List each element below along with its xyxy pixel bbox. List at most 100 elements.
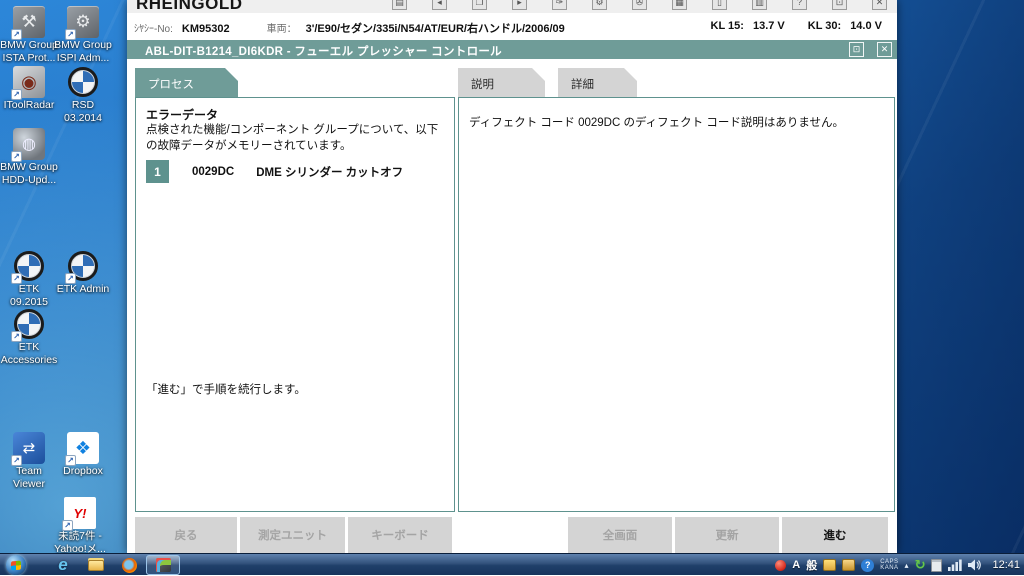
continue-button[interactable]: 進む bbox=[782, 517, 888, 553]
rheingold-taskbar-button[interactable] bbox=[146, 555, 180, 575]
back-button[interactable]: 戻る bbox=[135, 517, 237, 553]
action-center-icon[interactable] bbox=[931, 559, 942, 572]
globe-icon: ◍↗ bbox=[13, 128, 45, 160]
desktop-icon-hdd-update[interactable]: ◍↗ BMW Group HDD-Upd... bbox=[1, 128, 57, 186]
show-hidden-icons-button[interactable]: ▴ bbox=[905, 561, 909, 570]
procedure-content: プロセス 説明 詳細 エラーデータ 点検された機能/コンポーネント グループにつ… bbox=[127, 59, 897, 553]
plug-icon[interactable]: ⚙ bbox=[592, 0, 607, 10]
desktop-icon-yahoo-mail[interactable]: Y!↗ 未読7件 - Yahoo!メ... bbox=[52, 497, 108, 555]
desktop-icon-label: IToolRadar bbox=[4, 99, 55, 111]
tray-notifier-icon[interactable] bbox=[775, 560, 786, 571]
panel-heading: エラーデータ bbox=[146, 106, 218, 123]
error-data-panel: エラーデータ 点検された機能/コンポーネント グループについて、以下の故障データ… bbox=[135, 97, 455, 512]
defect-code-message: ディフェクト コード 0029DC のディフェクト コード説明はありません。 bbox=[469, 114, 879, 130]
forward-icon[interactable]: ▸ bbox=[512, 0, 527, 10]
ime-help-icon[interactable]: ? bbox=[861, 559, 874, 572]
ime-conversion-mode[interactable]: 般 bbox=[806, 557, 817, 573]
shortcut-arrow-icon: ↗ bbox=[11, 89, 22, 100]
continue-hint: 「進む」で手順を続行します。 bbox=[146, 381, 306, 397]
top-toolbar: ▤ ◂ ❐ ▸ ✑ ⚙ ✇ ▦ ▯ ▥ ? ⊡ ✕ bbox=[392, 0, 887, 10]
rheingold-window: RHEINGOLD ▤ ◂ ❐ ▸ ✑ ⚙ ✇ ▦ ▯ ▥ ? ⊡ ✕ ｼﾔｼｰ… bbox=[127, 0, 897, 553]
ime-toolbar-icon[interactable] bbox=[823, 559, 836, 571]
internet-explorer-button[interactable]: e bbox=[52, 556, 74, 574]
firefox-button[interactable] bbox=[118, 556, 140, 574]
desktop-icon-label: 未読7件 - bbox=[58, 530, 102, 542]
kl30-value: 14.0 V bbox=[850, 20, 882, 32]
desktop-icon-etk-admin[interactable]: ↗ ETK Admin bbox=[55, 250, 111, 295]
probe-icon[interactable]: ✇ bbox=[632, 0, 647, 10]
ime-dictionary-icon[interactable] bbox=[842, 559, 855, 571]
monitor-icon[interactable]: ⊡ bbox=[832, 0, 847, 10]
wrench-icon[interactable]: ✑ bbox=[552, 0, 567, 10]
save-icon[interactable]: ▤ bbox=[392, 0, 407, 10]
vehicle-label: 車両： bbox=[267, 20, 297, 35]
action-button-bar: 戻る 測定ユニット キーボード 全画面 更新 進む bbox=[127, 517, 897, 553]
desktop-icon-bmw-ista[interactable]: ⚒↗ BMW Group ISTA Prot... bbox=[1, 6, 57, 64]
bmw-ista-icon: ⚒↗ bbox=[13, 6, 45, 38]
fault-index-badge: 1 bbox=[146, 160, 169, 183]
desktop-icon-ispi-admin[interactable]: ⚙↗ BMW Group ISPI Adm... bbox=[55, 6, 111, 64]
dock-icon[interactable]: ⊡ bbox=[849, 42, 864, 57]
keyboard-button[interactable]: キーボード bbox=[348, 517, 452, 553]
desktop-icon-label: RSD bbox=[72, 99, 94, 111]
network-icon[interactable] bbox=[948, 559, 962, 571]
desktop-icon-label: ISTA Prot... bbox=[3, 52, 56, 64]
desktop-icon-etk-2015[interactable]: ↗ ETK 09.2015 bbox=[1, 250, 57, 308]
desktop-icon-teamviewer[interactable]: ⇄↗ Team Viewer bbox=[1, 432, 57, 490]
ime-input-mode[interactable]: A bbox=[792, 559, 800, 571]
refresh-button[interactable]: 更新 bbox=[675, 517, 779, 553]
system-tray: A 般 ? CAPS KANA ▴ ↻ 12:41 bbox=[775, 554, 1020, 576]
vehicle-info-bar: ｼﾔｼｰ-No: KM95302 車両： 3'/E90/セダン/335i/N54… bbox=[127, 13, 897, 40]
desktop-icon-label: Viewer bbox=[13, 478, 45, 490]
desktop-icon-itoolradar[interactable]: ◉↗ IToolRadar bbox=[1, 66, 57, 111]
description-panel: ディフェクト コード 0029DC のディフェクト コード説明はありません。 bbox=[458, 97, 895, 512]
tab-details[interactable]: 詳細 bbox=[558, 68, 637, 97]
bmw-roundel-icon: ↗ bbox=[67, 250, 99, 282]
ime-caps-kana-indicator[interactable]: CAPS KANA bbox=[880, 559, 898, 572]
desktop: ⚒↗ BMW Group ISTA Prot... ⚙↗ BMW Group I… bbox=[0, 0, 1024, 575]
desktop-icon-label: ETK bbox=[19, 341, 39, 353]
shortcut-arrow-icon: ↗ bbox=[11, 29, 22, 40]
fault-row[interactable]: 1 0029DC DME シリンダー カットオフ bbox=[146, 160, 403, 183]
bmw-roundel-icon: ↗ bbox=[13, 308, 45, 340]
copy-icon[interactable]: ❐ bbox=[472, 0, 487, 10]
window-title-strip: RHEINGOLD ▤ ◂ ❐ ▸ ✑ ⚙ ✇ ▦ ▯ ▥ ? ⊡ ✕ bbox=[127, 0, 897, 13]
fullscreen-button[interactable]: 全画面 bbox=[568, 517, 672, 553]
help-icon[interactable]: ? bbox=[792, 0, 807, 10]
kl15-label: KL 15: bbox=[711, 20, 744, 32]
battery-icon[interactable]: ▯ bbox=[712, 0, 727, 10]
start-button[interactable] bbox=[6, 555, 26, 575]
chassis-number: KM95302 bbox=[182, 23, 230, 35]
desktop-icon-rsd[interactable]: RSD 03.2014 bbox=[55, 66, 111, 124]
teamviewer-tray-icon[interactable]: ↻ bbox=[915, 557, 926, 573]
image-icon[interactable]: ▦ bbox=[672, 0, 687, 10]
shortcut-arrow-icon: ↗ bbox=[11, 455, 22, 466]
desktop-icon-dropbox[interactable]: ❖↗ Dropbox bbox=[55, 432, 111, 477]
desktop-icon-label: Dropbox bbox=[63, 465, 103, 477]
tab-description[interactable]: 説明 bbox=[458, 68, 545, 97]
fault-code: 0029DC bbox=[192, 166, 234, 178]
procedure-title: ABL-DIT-B1214_DI6KDR - フューエル プレッシャー コントロ… bbox=[145, 43, 502, 59]
windows-flag-icon bbox=[11, 560, 21, 570]
tab-process[interactable]: プロセス bbox=[135, 68, 238, 97]
close-icon[interactable]: ✕ bbox=[872, 0, 887, 10]
printer-icon[interactable]: ▥ bbox=[752, 0, 767, 10]
firefox-icon bbox=[122, 558, 137, 573]
file-explorer-button[interactable] bbox=[85, 556, 107, 574]
desktop-icon-label: ETK Admin bbox=[57, 283, 110, 295]
desktop-icon-etk-accessories[interactable]: ↗ ETK Accessories bbox=[1, 308, 57, 366]
shortcut-arrow-icon: ↗ bbox=[65, 273, 76, 284]
shortcut-arrow-icon: ↗ bbox=[65, 29, 76, 40]
procedure-title-bar: ABL-DIT-B1214_DI6KDR - フューエル プレッシャー コントロ… bbox=[127, 40, 897, 59]
shortcut-arrow-icon: ↗ bbox=[11, 273, 22, 284]
kl15-value: 13.7 V bbox=[753, 20, 785, 32]
yahoo-mail-icon: Y!↗ bbox=[64, 497, 96, 529]
close-procedure-icon[interactable]: ✕ bbox=[877, 42, 892, 57]
desktop-icon-label: ISPI Adm... bbox=[57, 52, 110, 64]
volume-icon[interactable] bbox=[968, 559, 982, 571]
app-title: RHEINGOLD bbox=[136, 0, 243, 13]
measure-unit-button[interactable]: 測定ユニット bbox=[240, 517, 345, 553]
bmw-roundel-icon: ↗ bbox=[13, 250, 45, 282]
taskbar-clock[interactable]: 12:41 bbox=[992, 559, 1020, 571]
back-icon[interactable]: ◂ bbox=[432, 0, 447, 10]
